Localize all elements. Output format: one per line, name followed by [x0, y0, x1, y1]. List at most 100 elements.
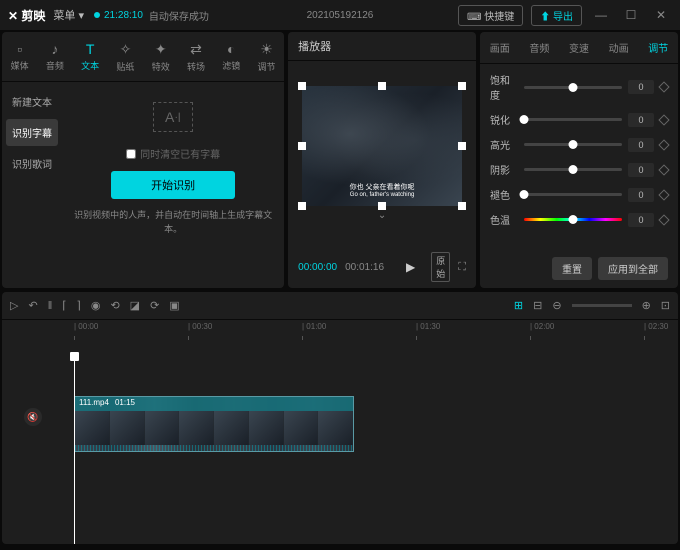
zoom-out-tool[interactable]: ⊖ — [552, 299, 561, 312]
slider-label: 高光 — [490, 137, 518, 152]
clear-subtitle-checkbox[interactable]: 同时清空已有字幕 — [126, 146, 220, 161]
rotate-tool[interactable]: ⟳ — [150, 299, 159, 312]
ruler-tick: | 01:30 — [416, 322, 440, 331]
tab-1[interactable]: ♪音频 — [37, 32, 72, 81]
resize-handle[interactable] — [298, 142, 306, 150]
tab-2[interactable]: T文本 — [73, 32, 108, 81]
fullscreen-button[interactable]: ⛶ — [458, 261, 466, 274]
preview-title: 播放器 — [288, 32, 476, 61]
preview-panel: 播放器 你也 父亲在看着你呢 Go on, father's watching — [288, 32, 476, 288]
keyframe-button[interactable] — [658, 114, 669, 125]
property-tab-3[interactable]: 动画 — [599, 32, 639, 63]
keyframe-button[interactable] — [658, 189, 669, 200]
timeline-tracks[interactable]: 🔇 111.mp4 01:15 — [2, 340, 678, 544]
tab-3[interactable]: ✧贴纸 — [108, 32, 143, 81]
fit-tool[interactable]: ⊡ — [661, 299, 670, 312]
slider-value[interactable]: 0 — [628, 80, 654, 94]
resize-handle[interactable] — [458, 142, 466, 150]
duration: 00:01:16 — [345, 262, 384, 273]
keyframe-button[interactable] — [658, 139, 669, 150]
properties-panel: 画面音频变速动画调节 饱和度0锐化0高光0阴影0褪色0色温0 重置 应用到全部 — [480, 32, 678, 288]
slider-track[interactable] — [524, 118, 622, 121]
slider-label: 锐化 — [490, 112, 518, 127]
video-clip[interactable]: 111.mp4 01:15 — [74, 396, 354, 452]
slider-value[interactable]: 0 — [628, 138, 654, 152]
slider-track[interactable] — [524, 193, 622, 196]
slider-track[interactable] — [524, 86, 622, 89]
slider-value[interactable]: 0 — [628, 188, 654, 202]
cut-left-tool[interactable]: ⌈ — [62, 299, 66, 312]
slider-value[interactable]: 0 — [628, 113, 654, 127]
resize-handle[interactable] — [298, 202, 306, 210]
menu-button[interactable]: 菜单 ▾ — [53, 7, 84, 23]
aspect-ratio-button[interactable]: 原始 — [431, 252, 450, 282]
clip-duration: 01:15 — [115, 398, 135, 410]
minimize-button[interactable]: — — [590, 8, 612, 22]
ruler-tick: | 01:00 — [302, 322, 326, 331]
zoom-in-tool[interactable]: ⊕ — [642, 299, 651, 312]
tab-0[interactable]: ▫媒体 — [2, 32, 37, 81]
property-tab-2[interactable]: 变速 — [559, 32, 599, 63]
timeline-ruler[interactable]: | 00:00| 00:30| 01:00| 01:30| 02:00| 02:… — [2, 320, 678, 340]
property-tab-0[interactable]: 画面 — [480, 32, 520, 63]
close-button[interactable]: ✕ — [650, 8, 672, 22]
freeze-tool[interactable]: ◉ — [91, 299, 101, 312]
slider-value[interactable]: 0 — [628, 213, 654, 227]
keyframe-button[interactable] — [658, 164, 669, 175]
tab-7[interactable]: ☀调节 — [249, 32, 284, 81]
subtab-1[interactable]: 识别字幕 — [6, 119, 58, 146]
video-track[interactable]: 🔇 111.mp4 01:15 — [60, 396, 670, 452]
ruler-tick: | 00:00 — [74, 322, 98, 331]
timeline-toolbar: ▷ ↶ ‖ ⌈ ⌉ ◉ ⟲ ◪ ⟳ ▣ ⊞ ⊟ ⊖ ⊕ ⊡ — [2, 292, 678, 320]
slider-label: 色温 — [490, 212, 518, 227]
reverse-tool[interactable]: ⟲ — [110, 299, 119, 312]
zoom-slider[interactable] — [572, 304, 632, 307]
resize-handle[interactable] — [378, 202, 386, 210]
tab-5[interactable]: ⇄转场 — [178, 32, 213, 81]
left-panel: ▫媒体♪音频T文本✧贴纸✦特效⇄转场◐滤镜☀调节 新建文本识别字幕识别歌词 A꜊… — [2, 32, 284, 288]
select-tool[interactable]: ▷ — [10, 299, 18, 312]
start-recognize-button[interactable]: 开始识别 — [111, 171, 235, 199]
resize-handle[interactable] — [458, 82, 466, 90]
export-button[interactable]: ⬆ 导出 — [531, 5, 582, 26]
snap-tool[interactable]: ⊞ — [514, 299, 523, 312]
cut-right-tool[interactable]: ⌉ — [77, 299, 81, 312]
timeline-panel: ▷ ↶ ‖ ⌈ ⌉ ◉ ⟲ ◪ ⟳ ▣ ⊞ ⊟ ⊖ ⊕ ⊡ | 00:00 | 0… — [2, 292, 678, 544]
slider-label: 褪色 — [490, 187, 518, 202]
slider-track[interactable] — [524, 168, 622, 171]
keyframe-button[interactable] — [658, 81, 669, 92]
keyframe-button[interactable] — [658, 214, 669, 225]
apply-all-button[interactable]: 应用到全部 — [598, 257, 668, 280]
preview-subtitle: 你也 父亲在看着你呢 Go on, father's watching — [302, 182, 462, 198]
clip-name: 111.mp4 — [79, 398, 109, 410]
play-button[interactable]: ▶ — [406, 260, 415, 274]
playhead[interactable] — [74, 358, 75, 544]
reset-button[interactable]: 重置 — [552, 257, 592, 280]
subtab-2[interactable]: 识别歌词 — [6, 150, 58, 177]
back-tool[interactable]: ↶ — [28, 299, 37, 312]
resize-handle[interactable] — [378, 82, 386, 90]
ruler-tick: | 02:00 — [530, 322, 554, 331]
split-tool[interactable]: ‖ — [48, 300, 53, 312]
slider-track[interactable] — [524, 218, 622, 221]
current-time: 00:00:00 — [298, 262, 337, 273]
preview-viewport[interactable]: 你也 父亲在看着你呢 Go on, father's watching — [302, 86, 462, 206]
status-dot — [94, 12, 100, 18]
slider-value[interactable]: 0 — [628, 163, 654, 177]
property-tab-1[interactable]: 音频 — [520, 32, 560, 63]
property-tab-4[interactable]: 调节 — [638, 32, 678, 63]
resize-handle[interactable] — [298, 82, 306, 90]
recognize-description: 识别视频中的人声，并自动在时间轴上生成字幕文本。 — [70, 209, 276, 236]
track-tool[interactable]: ⊟ — [533, 299, 542, 312]
tab-6[interactable]: ◐滤镜 — [214, 32, 249, 81]
crop-tool[interactable]: ▣ — [169, 299, 179, 312]
slider-track[interactable] — [524, 143, 622, 146]
tab-4[interactable]: ✦特效 — [143, 32, 178, 81]
mirror-tool[interactable]: ◪ — [130, 299, 140, 312]
maximize-button[interactable]: ☐ — [620, 8, 642, 22]
mute-button[interactable]: 🔇 — [24, 408, 42, 426]
subtab-0[interactable]: 新建文本 — [6, 88, 58, 115]
app-logo: ✕ 剪映 — [8, 7, 45, 24]
resize-handle[interactable] — [458, 202, 466, 210]
shortcut-button[interactable]: ⌨ 快捷键 — [458, 5, 523, 26]
